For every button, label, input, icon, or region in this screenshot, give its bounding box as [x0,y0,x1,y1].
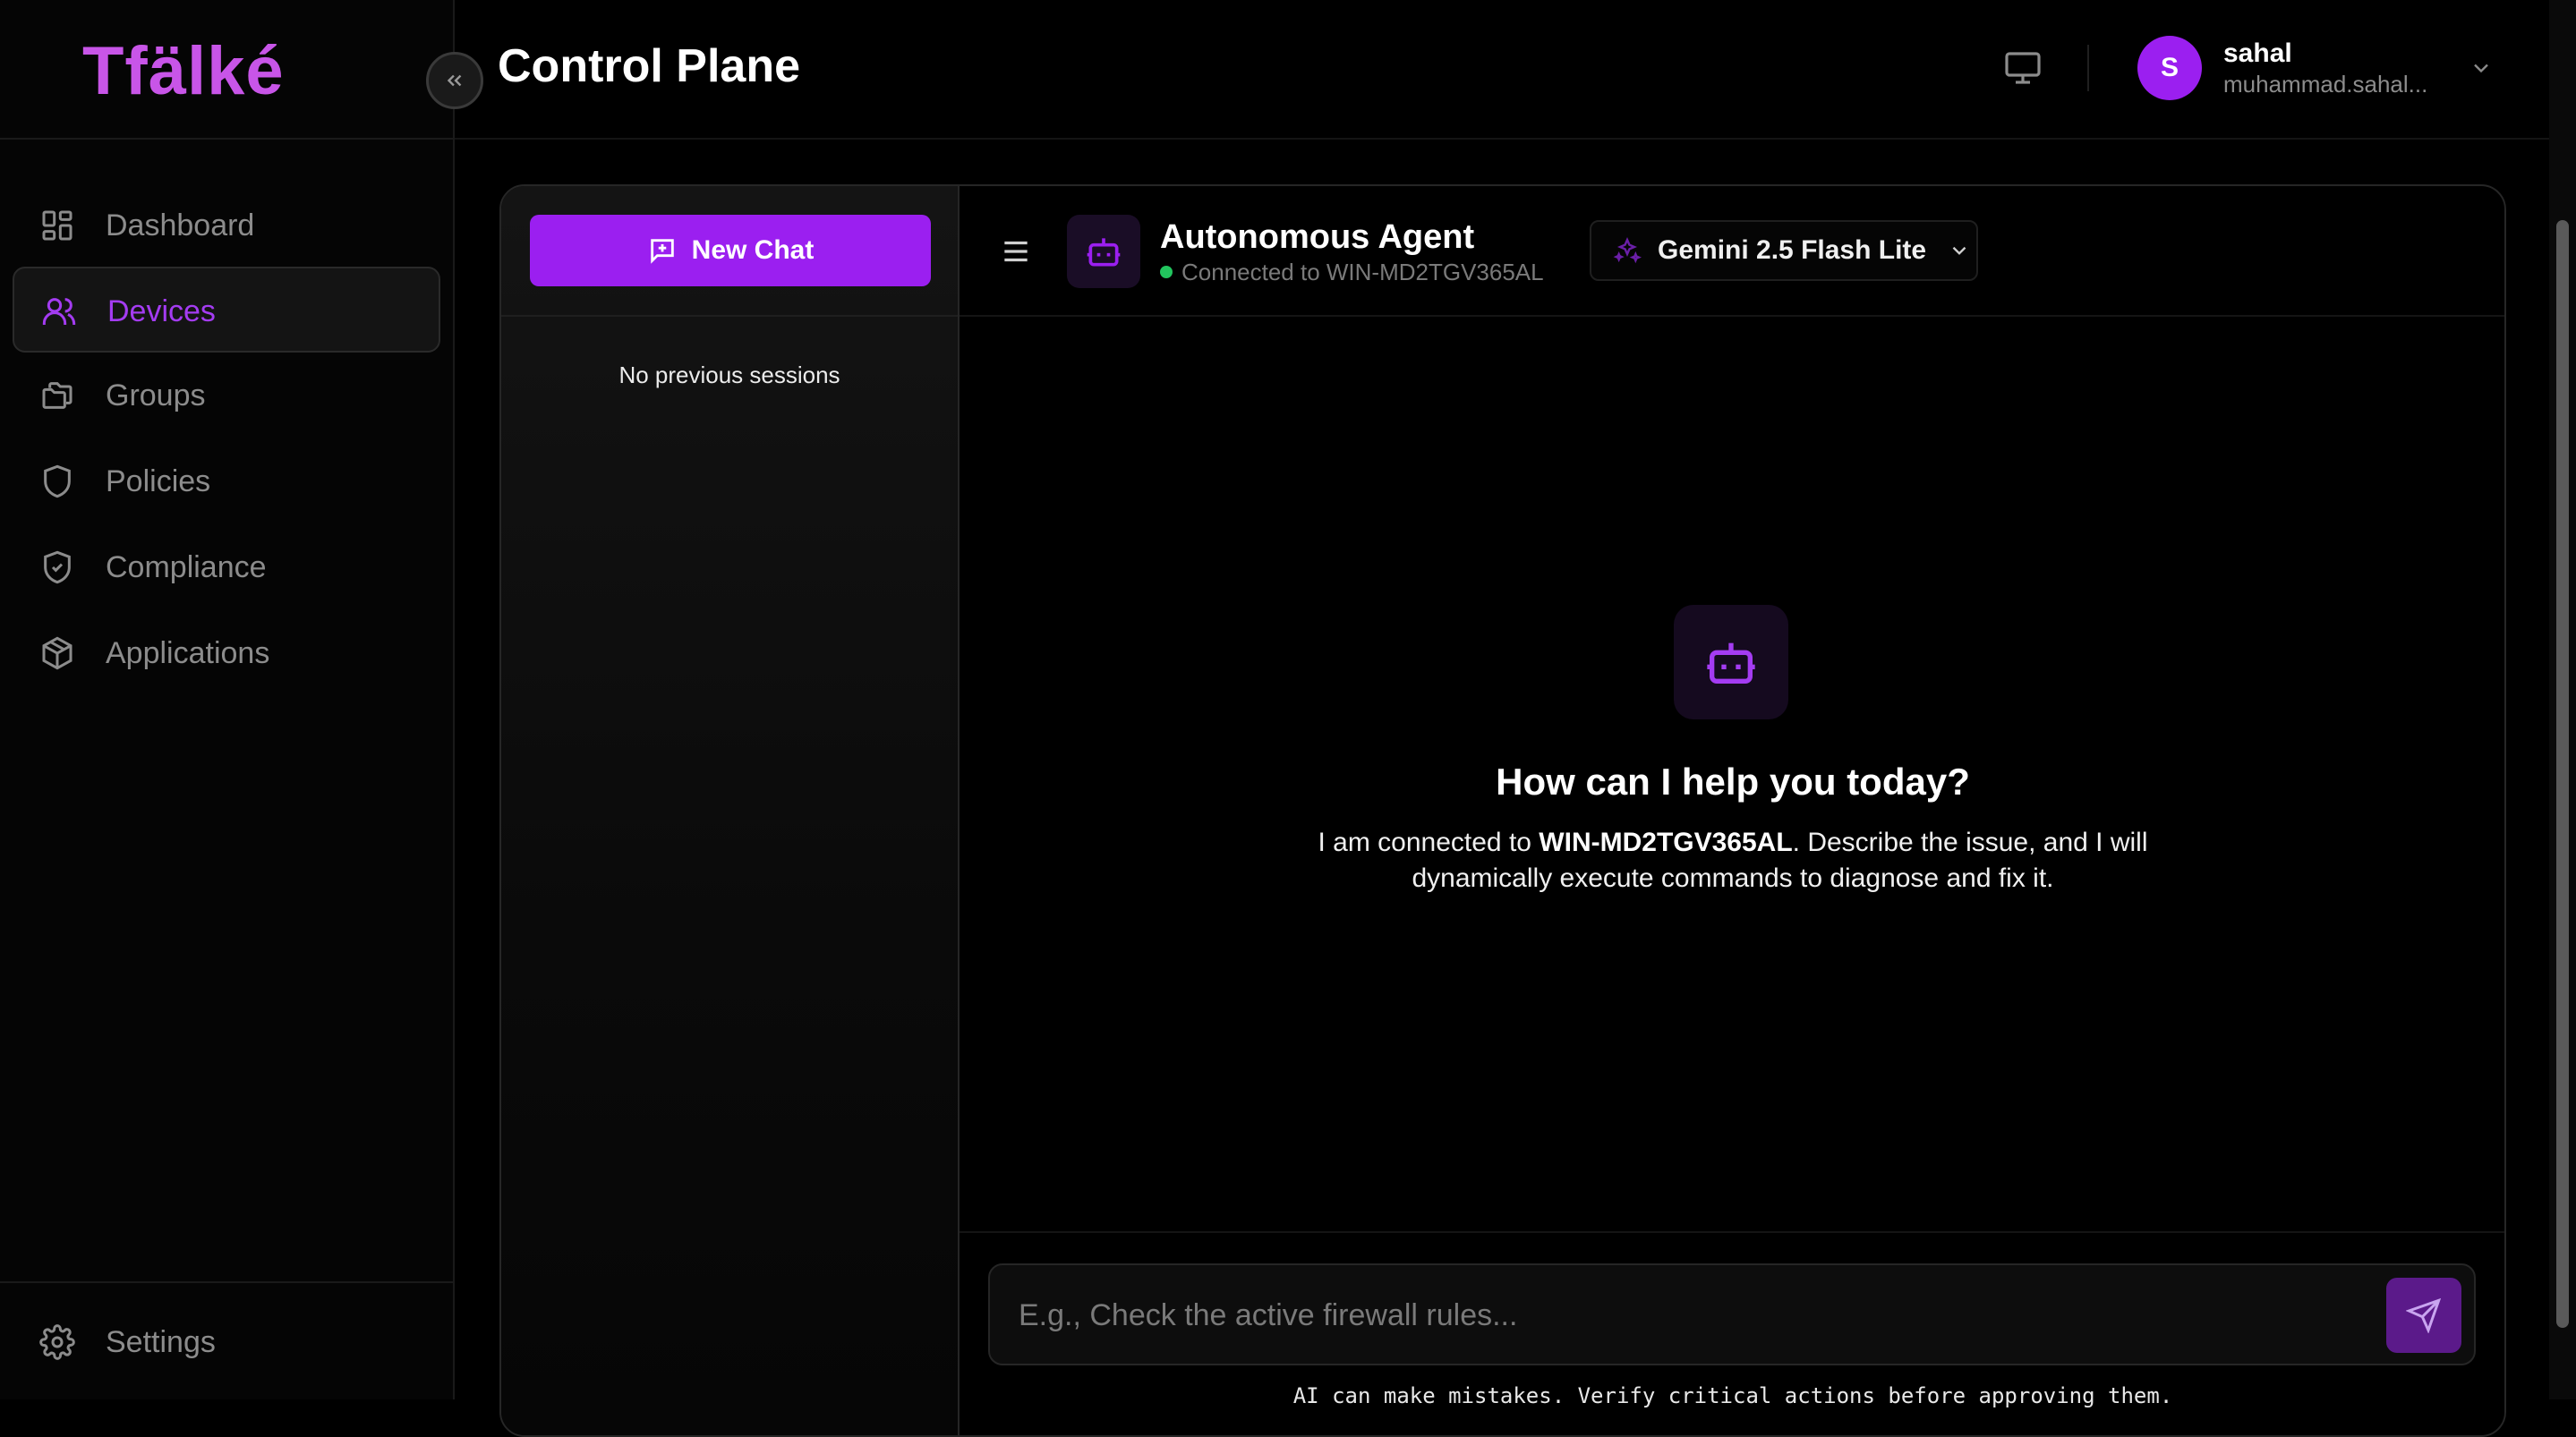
sidebar-item-applications[interactable]: Applications [13,610,440,696]
monitor-button[interactable] [2001,47,2044,89]
bot-icon [1084,232,1123,271]
user-email: muhammad.sahal... [2223,71,2428,98]
shield-icon [39,463,75,499]
chat-header: Autonomous Agent Connected to WIN-MD2TGV… [960,186,2504,317]
prompt-input[interactable] [1017,1290,2359,1340]
user-name: sahal [2223,38,2292,68]
agent-panel: New Chat No previous sessions Autonomous… [499,184,2506,1437]
chevrons-left-icon [443,69,466,92]
send-icon [2406,1297,2442,1333]
sidebar-item-compliance[interactable]: Compliance [13,524,440,610]
sidebar-item-label: Dashboard [106,208,255,242]
sidebar-item-label: Settings [106,1325,216,1359]
new-chat-button[interactable]: New Chat [530,215,931,286]
model-name: Gemini 2.5 Flash Lite [1658,235,1927,265]
bot-icon [1702,633,1760,691]
sidebar-item-label: Compliance [106,550,267,584]
sidebar-item-groups[interactable]: Groups [13,353,440,438]
page-scrollbar[interactable] [2549,0,2576,1399]
composer [988,1263,2476,1365]
agent-avatar [1067,215,1140,288]
welcome-prefix: I am connected to [1318,828,1540,857]
dashboard-grid-icon [39,208,75,243]
gear-icon [39,1324,75,1360]
model-selector[interactable]: Gemini 2.5 Flash Lite [1590,220,1978,281]
header-divider [2087,45,2089,91]
ai-disclaimer: AI can make mistakes. Verify critical ac… [1292,1383,2173,1408]
sidebar-item-label: Policies [106,464,211,498]
sessions-sidebar: New Chat No previous sessions [501,186,960,1435]
package-icon [39,635,75,671]
brand-logo[interactable]: Tfälké [82,32,285,110]
menu-icon [999,234,1033,268]
empty-sessions-text: No previous sessions [618,361,840,388]
sparkles-icon [1613,236,1642,265]
sessions-toolbar: New Chat [501,186,958,317]
folders-icon [39,378,75,413]
sidebar-item-policies[interactable]: Policies [13,438,440,524]
agent-title: Autonomous Agent [1160,218,1475,256]
status-text: Connected to WIN-MD2TGV365AL [1181,259,1544,285]
welcome-title: How can I help you today? [1496,761,1970,803]
monitor-icon [2001,47,2044,89]
welcome-bot-badge [1674,605,1788,719]
logo-area: Tfälké [0,0,455,140]
page-title: Control Plane [498,40,801,92]
composer-area: AI can make mistakes. Verify critical ac… [960,1231,2504,1435]
avatar[interactable]: S [2137,36,2202,100]
message-plus-icon [647,235,678,266]
users-icon [41,293,77,329]
sidebar-item-devices-row[interactable]: Devices [13,267,440,353]
device-name: WIN-MD2TGV365AL [1539,828,1793,857]
sidebar-item-dashboard-row[interactable]: Dashboard [13,183,440,268]
chat-area: Autonomous Agent Connected to WIN-MD2TGV… [960,186,2504,1435]
settings-area: Settings [0,1281,455,1399]
sidebar-item-label: Applications [106,636,270,670]
connection-status: Connected to WIN-MD2TGV365AL [1160,258,1544,286]
chevron-down-icon [2469,55,2494,81]
sidebar-item-settings[interactable]: Settings [13,1299,440,1385]
welcome-description: I am connected to WIN-MD2TGV365AL. Descr… [1285,825,2180,897]
chevron-down-icon [1948,239,1971,262]
status-dot [1160,266,1173,278]
new-chat-label: New Chat [691,235,815,265]
sidebar-item-label: Devices [107,294,216,328]
scrollbar-thumb[interactable] [2556,220,2569,1328]
send-button[interactable] [2386,1278,2461,1353]
top-header: Control Plane S sahal muhammad.sahal... [455,0,2549,140]
shield-check-icon [39,549,75,585]
collapse-sidebar-button[interactable] [426,52,483,109]
toggle-sessions-button[interactable] [999,234,1033,268]
user-menu-button[interactable] [2469,55,2494,81]
sidebar-item-label: Groups [106,378,206,412]
